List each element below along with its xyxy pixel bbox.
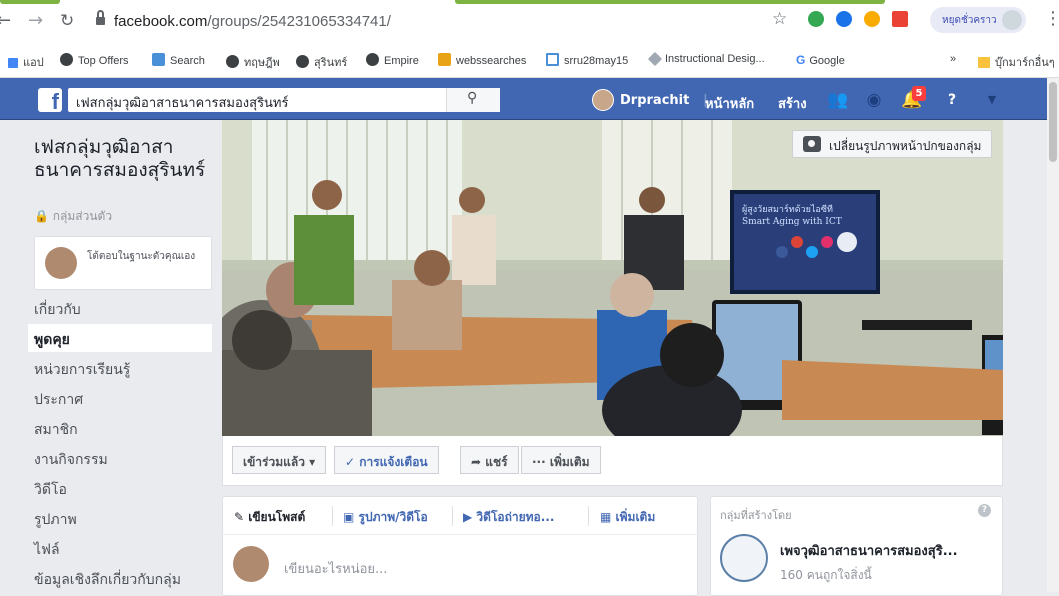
forward-arrow-icon[interactable]: → — [28, 12, 43, 30]
tv-line-1: ผู้สูงวัยสมาร์ทด้วยไอซีที — [742, 203, 833, 215]
page-name-link[interactable]: เพจวุฒิอาสาธนาคารสมองสุริ... — [780, 540, 958, 561]
group-nav-item[interactable]: รูปภาพ — [28, 504, 212, 532]
tab-indicator — [0, 0, 60, 4]
reload-icon[interactable]: ↻ — [60, 12, 74, 30]
avatar — [233, 546, 269, 582]
group-nav-item[interactable]: งานกิจกรรม — [28, 444, 212, 472]
facebook-logo-icon[interactable]: f — [38, 88, 62, 112]
search-input[interactable]: เฟสกลุ่มวุฒิอาสาธนาคารสมองสุรินทร์ — [68, 88, 500, 112]
w-icon — [438, 53, 451, 66]
group-privacy-label: 🔒 กลุ่มส่วนตัว — [34, 209, 113, 223]
page-icon — [546, 53, 559, 66]
bookmarks-bar: แอป Top Offers Search ทฤษฎีพ สุรินทร์ Em… — [0, 44, 1059, 78]
bookmark-item[interactable]: ทฤษฎีพ — [226, 53, 280, 71]
scrollbar-thumb[interactable] — [1049, 82, 1057, 162]
group-nav-item[interactable]: ประกาศ — [28, 384, 212, 412]
active-tab-indicator — [455, 0, 885, 4]
bookmark-item[interactable]: สุรินทร์ — [296, 53, 347, 71]
group-title[interactable]: เฟสกลุ่มวุฒิอาสาธนาคารสมองสุรินทร์ — [34, 136, 214, 182]
extension-icon[interactable] — [836, 11, 852, 27]
group-nav-item[interactable]: สมาชิก — [28, 414, 212, 442]
cover-photo-illustration: ผู้สูงวัยสมาร์ทด้วยไอซีที Smart Aging wi… — [222, 120, 1003, 436]
cover-photo: ผู้สูงวัยสมาร์ทด้วยไอซีที Smart Aging wi… — [222, 120, 1003, 436]
bookmark-item[interactable]: Search — [152, 53, 205, 67]
search-button[interactable]: ⚲ — [446, 88, 500, 112]
bookmark-item[interactable]: srru28may15 — [546, 53, 628, 67]
tab-photo-video[interactable]: ▣ รูปภาพ/วิดีโอ — [343, 508, 428, 527]
share-button[interactable]: ➦ แชร์ — [460, 446, 519, 474]
avatar — [1002, 10, 1022, 30]
help-icon[interactable]: ? — [940, 89, 964, 111]
lock-icon — [96, 10, 105, 26]
tab-live-video[interactable]: ▶ วิดีโอถ่ายทอ... — [463, 508, 554, 527]
change-cover-button[interactable]: เปลี่ยนรูปภาพหน้าปกของกลุ่ม — [792, 130, 993, 158]
scrollbar[interactable] — [1047, 78, 1059, 592]
profile-link[interactable]: Drprachit — [620, 93, 689, 108]
tab-write-post[interactable]: ✎ เขียนโพสต์ — [234, 508, 305, 527]
diamond-icon — [647, 51, 663, 67]
globe-icon — [296, 55, 309, 68]
profile-chip[interactable]: หยุดชั่วคราว — [930, 7, 1026, 33]
camera-icon — [803, 136, 821, 152]
interact-as-self-box[interactable]: โต้ตอบในฐานะตัวคุณเอง — [34, 236, 212, 290]
address-bar[interactable]: facebook.com/groups/254231065334741/ — [92, 8, 810, 36]
group-nav-item[interactable]: วิดีโอ — [28, 474, 212, 502]
created-by-title: กลุ่มที่สร้างโดย — [720, 509, 792, 522]
bookmark-item[interactable]: Top Offers — [60, 53, 129, 67]
group-nav-item[interactable]: ข้อมูลเชิงลึกเกี่ยวกับกลุ่ม — [28, 564, 212, 592]
extension-icon[interactable] — [892, 11, 908, 27]
folder-icon — [978, 57, 990, 68]
messenger-icon[interactable]: ◉ — [862, 89, 886, 111]
more-button[interactable]: ··· เพิ่มเติม — [521, 446, 601, 474]
profile-label: หยุดชั่วคราว — [942, 15, 997, 26]
search-icon — [152, 53, 165, 66]
page-logo[interactable] — [720, 534, 768, 582]
bookmarks-overflow[interactable]: » — [950, 53, 956, 65]
globe-icon — [226, 55, 239, 68]
group-nav-item[interactable]: ไฟล์ — [28, 534, 212, 562]
chevron-down-icon[interactable]: ▼ — [980, 89, 1004, 111]
bookmark-item[interactable]: G Google — [796, 53, 845, 67]
globe-icon — [60, 53, 73, 66]
joined-button[interactable]: เข้าร่วมแล้ว ▾ — [232, 446, 327, 474]
extension-icon[interactable] — [864, 11, 880, 27]
grammarly-extension-icon[interactable] — [808, 11, 824, 27]
avatar — [45, 247, 77, 279]
page-likes-count: 160 คนถูกใจสิ่งนี้ — [780, 568, 872, 582]
globe-icon — [366, 53, 379, 66]
google-icon: G — [796, 53, 806, 67]
tab-more[interactable]: ▦ เพิ่มเติม — [600, 508, 655, 527]
notification-count-badge: 5 — [912, 86, 926, 101]
help-icon[interactable]: ? — [978, 504, 991, 517]
group-nav-item[interactable]: พูดคุย — [28, 324, 212, 352]
notifications-button[interactable]: ✓ การแจ้งเตือน — [334, 446, 439, 474]
composer-input[interactable]: เขียนอะไรหน่อย... — [284, 558, 387, 579]
back-arrow-icon[interactable]: ← — [0, 12, 11, 30]
bookmark-item[interactable]: Empire — [366, 53, 419, 67]
url-text: facebook.com/groups/254231065334741/ — [114, 13, 391, 30]
apps-grid-icon — [8, 58, 18, 68]
browser-menu-icon[interactable]: ⋮ — [1044, 10, 1059, 28]
bookmark-folder[interactable]: บุ๊กมาร์กอื่นๆ — [978, 53, 1055, 71]
friend-requests-icon[interactable]: 👥 — [826, 89, 850, 111]
avatar[interactable] — [592, 89, 614, 111]
interact-as-self-label: โต้ตอบในฐานะตัวคุณเอง — [87, 251, 196, 262]
bookmark-apps[interactable]: แอป — [8, 53, 44, 71]
browser-chrome: ← → ↻ facebook.com/groups/25423106533474… — [0, 0, 1059, 78]
home-link[interactable]: หน้าหลัก — [705, 93, 754, 114]
group-nav-item[interactable]: หน่วยการเรียนรู้ — [28, 354, 212, 382]
tv-line-2: Smart Aging with ICT — [742, 217, 842, 227]
bookmark-star-icon[interactable]: ☆ — [772, 10, 787, 28]
bookmark-item[interactable]: Instructional Desig... — [647, 51, 765, 67]
search-icon: ⚲ — [467, 90, 478, 106]
create-link[interactable]: สร้าง — [778, 93, 807, 114]
bookmark-item[interactable]: webssearches — [438, 53, 526, 67]
group-nav-item[interactable]: เกี่ยวกับ — [28, 294, 212, 322]
